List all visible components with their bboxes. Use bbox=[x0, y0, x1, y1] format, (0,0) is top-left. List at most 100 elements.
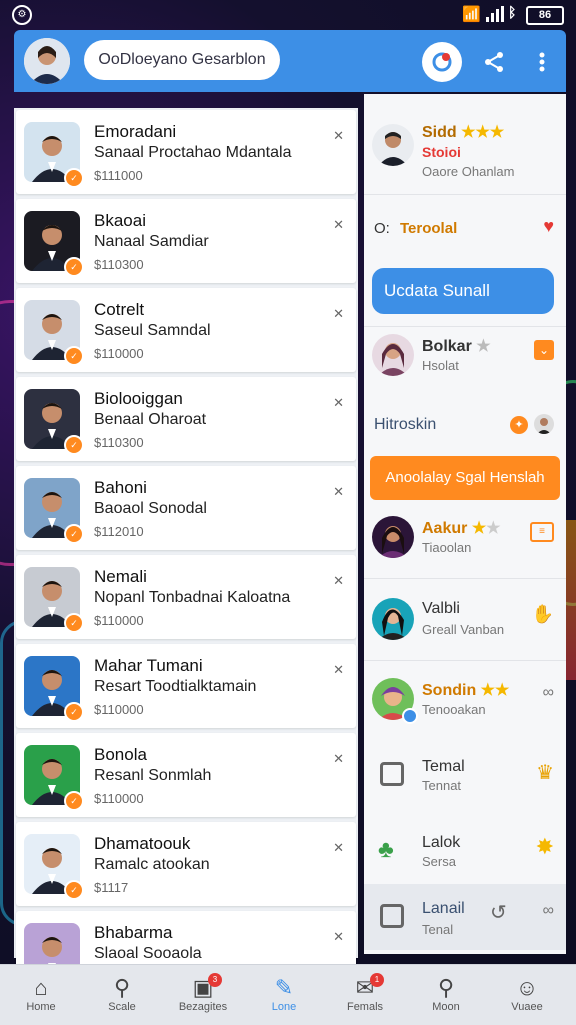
contact-list: ✓ Emoradani Sanaal Proctahao Mdantala $1110… bbox=[14, 108, 358, 995]
user-avatar[interactable] bbox=[24, 38, 70, 84]
crown-icon[interactable]: ♛ bbox=[536, 760, 554, 785]
panel-row-valbli[interactable]: Valbli Greall Vanban ✋ bbox=[364, 594, 566, 650]
item-title: Nemali bbox=[94, 567, 147, 586]
image-icon bbox=[380, 762, 404, 786]
heart-icon[interactable]: ♥ bbox=[543, 216, 554, 237]
status-bar: ⚙ 📶 ᛒ 86 bbox=[0, 0, 576, 28]
home-icon: ⌂ bbox=[34, 975, 48, 1000]
item-price: $110000 bbox=[94, 613, 144, 628]
item-subtitle: Sanaal Proctahao Mdantala bbox=[94, 144, 292, 161]
close-icon[interactable]: ✕ bbox=[333, 573, 344, 589]
close-icon[interactable]: ✕ bbox=[333, 128, 344, 144]
row-name: Aakur ★★ bbox=[422, 520, 501, 537]
badge-star-icon[interactable]: ✸ bbox=[536, 834, 554, 860]
close-icon[interactable]: ✕ bbox=[333, 484, 344, 500]
verified-badge bbox=[402, 708, 418, 724]
list-item[interactable]: ✓ Bahoni Baoaol Sonodal $112010 ✕ bbox=[16, 466, 356, 550]
nav-item-home[interactable]: ⌂ Home bbox=[4, 971, 78, 1021]
infinity-icon[interactable]: ∞ bbox=[543, 684, 554, 702]
panel-row-aakur[interactable]: Aakur ★★ Tiaoolan ≡ bbox=[364, 512, 566, 568]
close-icon[interactable]: ✕ bbox=[333, 840, 344, 856]
nav-item-vuaee[interactable]: ☺ Vuaee bbox=[490, 971, 564, 1021]
panel-row-hitroskin[interactable]: Hitroskin ✦ bbox=[364, 412, 566, 442]
list-item[interactable]: ✓ Biolooiggan Benaal Oharoat $110300 ✕ bbox=[16, 377, 356, 461]
battery-indicator: 86 bbox=[526, 6, 564, 25]
item-title: Dhamatoouk bbox=[94, 834, 191, 853]
action-button[interactable]: Anoolalay Sgal Henslah bbox=[370, 456, 560, 500]
row-subtitle: Tennat bbox=[422, 778, 462, 793]
item-price: $112010 bbox=[94, 524, 144, 539]
close-icon[interactable]: ✕ bbox=[333, 395, 344, 411]
profile-icon: ☺ bbox=[515, 975, 539, 1000]
item-subtitle: Saseul Samndal bbox=[94, 322, 211, 339]
row-subtitle: Tenooakan bbox=[422, 702, 486, 717]
list-item[interactable]: ✓ Mahar Tumani Resart Toodtialktamain $1100… bbox=[16, 644, 356, 728]
bluetooth-icon: ᛒ bbox=[508, 4, 517, 20]
nav-item-scale[interactable]: ⚲ Scale bbox=[85, 971, 159, 1021]
refresh-icon[interactable]: ↺ bbox=[490, 900, 507, 925]
chevron-down-icon[interactable]: ⌄ bbox=[534, 340, 554, 360]
row-name: Lalok bbox=[422, 834, 461, 851]
panel-row-temal[interactable]: Temal Tennat ♛ bbox=[364, 754, 566, 810]
chat-icon[interactable]: ≡ bbox=[530, 522, 554, 542]
row-name: Valbli bbox=[422, 600, 460, 617]
search-field[interactable]: OoDloeyano Gesarblon bbox=[84, 40, 280, 80]
check-badge-icon: ✓ bbox=[64, 524, 84, 544]
panel-row-lalok[interactable]: ♣ Lalok Sersa ✸ bbox=[364, 830, 566, 886]
more-vertical-icon bbox=[539, 52, 545, 72]
search-icon: ⚲ bbox=[437, 975, 455, 1000]
item-subtitle: Nanaal Samdiar bbox=[94, 233, 209, 250]
item-title: Bkaoai bbox=[94, 211, 146, 230]
avatar bbox=[372, 598, 414, 640]
list-item[interactable]: ✓ Bkaoai Nanaal Samdiar $110300 ✕ bbox=[16, 199, 356, 283]
nav-item-bezagites[interactable]: ▣ Bezagites 3 bbox=[166, 971, 240, 1021]
app-header: OoDloeyano Gesarblon bbox=[14, 30, 566, 92]
nav-item-femals[interactable]: ✉ Femals 1 bbox=[328, 971, 402, 1021]
list-item[interactable]: ✓ Emoradani Sanaal Proctahao Mdantala $1110… bbox=[16, 110, 356, 194]
list-item[interactable]: ✓ Dhamatoouk Ramalc atookan $1117 ✕ bbox=[16, 822, 356, 906]
nav-label: Vuaee bbox=[511, 1001, 543, 1013]
nav-item-moon[interactable]: ⚲ Moon bbox=[409, 971, 483, 1021]
edit-icon: ✎ bbox=[274, 975, 294, 1000]
row-subtitle: Tenal bbox=[422, 922, 454, 937]
close-icon[interactable]: ✕ bbox=[333, 662, 344, 678]
row-name: Sondin ★★ bbox=[422, 682, 510, 699]
image-icon bbox=[380, 904, 404, 928]
panel-row-lanail[interactable]: Lanail Tenal ↺ ∞ bbox=[364, 884, 566, 950]
item-title: Biolooiggan bbox=[94, 389, 183, 408]
nav-item-lone[interactable]: ✎ Lone bbox=[247, 971, 321, 1021]
item-title: Emoradani bbox=[94, 122, 177, 141]
list-item[interactable]: ✓ Bonola Resanl Sonmlah $110000 ✕ bbox=[16, 733, 356, 817]
record-button[interactable] bbox=[422, 42, 462, 82]
close-icon[interactable]: ✕ bbox=[333, 306, 344, 322]
close-icon[interactable]: ✕ bbox=[333, 217, 344, 233]
infinity-icon[interactable]: ∞ bbox=[543, 902, 554, 920]
item-price: $110000 bbox=[94, 791, 144, 806]
list-item[interactable]: ✓ Cotrelt Saseul Samndal $110000 ✕ bbox=[16, 288, 356, 372]
star-rating-icon: ★★★ bbox=[461, 124, 505, 141]
notification-badge: 1 bbox=[370, 973, 384, 987]
row-name: Temal bbox=[422, 758, 465, 775]
row-label: Hitroskin bbox=[374, 416, 437, 433]
more-options-button[interactable] bbox=[522, 42, 562, 82]
item-subtitle: Resart Toodtialktamain bbox=[94, 678, 257, 695]
share-icon bbox=[485, 52, 503, 72]
thumb-icon[interactable]: ✋ bbox=[532, 604, 554, 625]
row-subtitle: Greall Vanban bbox=[422, 622, 505, 637]
check-badge-icon: ✓ bbox=[64, 346, 84, 366]
row-subtitle: Sersa bbox=[422, 854, 456, 869]
panel-row-teroolal[interactable]: O: Teroolal ♥ bbox=[364, 214, 566, 250]
check-badge-icon: ✓ bbox=[64, 613, 84, 633]
signal-icon bbox=[486, 6, 504, 22]
panel-profile[interactable]: Sidd ★★★ Stoioi Oaore Ohanlam bbox=[364, 116, 566, 186]
close-icon[interactable]: ✕ bbox=[333, 929, 344, 945]
panel-row-bolkar[interactable]: Bolkar ★ Hsolat ⌄ bbox=[364, 332, 566, 388]
panel-row-sondin[interactable]: Sondin ★★ Tenooakan ∞ bbox=[364, 674, 566, 730]
check-badge-icon: ✓ bbox=[64, 257, 84, 277]
share-button[interactable] bbox=[474, 42, 514, 82]
nav-label: Scale bbox=[108, 1001, 136, 1013]
item-price: $110300 bbox=[94, 257, 144, 272]
update-button[interactable]: Ucdata Sunall bbox=[372, 268, 554, 314]
list-item[interactable]: ✓ Nemali Nopanl Tonbadnai Kaloatna $110000 ✕ bbox=[16, 555, 356, 639]
close-icon[interactable]: ✕ bbox=[333, 751, 344, 767]
